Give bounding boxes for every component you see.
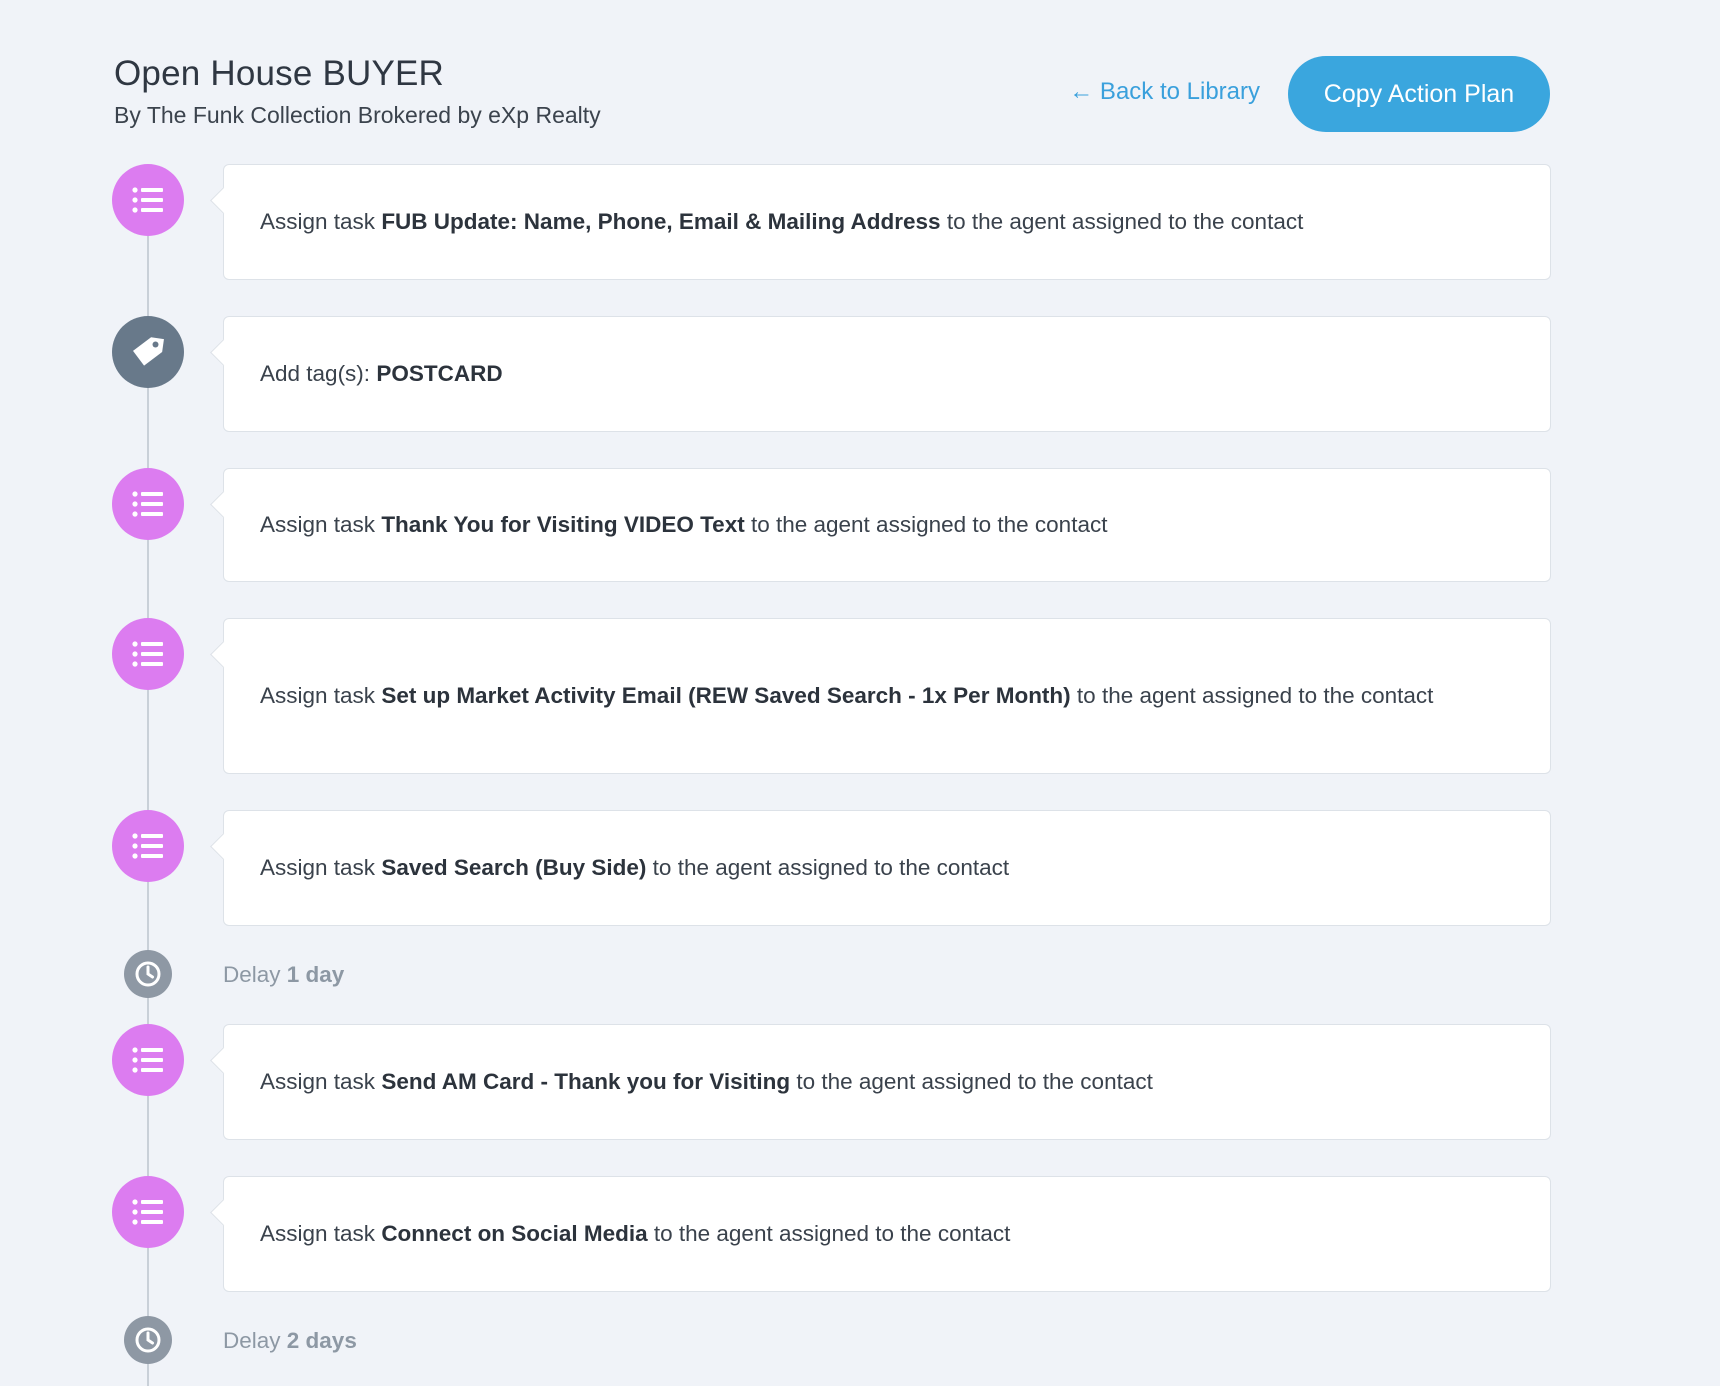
step-text: Assign task Connect on Social Media to t…	[260, 1221, 1011, 1246]
list-icon	[112, 810, 184, 882]
step-text: Assign task Saved Search (Buy Side) to t…	[260, 855, 1010, 880]
page-title: Open House BUYER	[114, 54, 445, 93]
step-text: Assign task Send AM Card - Thank you for…	[260, 1069, 1153, 1094]
list-icon	[112, 1176, 184, 1248]
delay-label: Delay 1 day	[223, 962, 345, 987]
page-header: Open House BUYER By The Funk Collection …	[114, 52, 1550, 142]
tag-icon	[112, 316, 184, 388]
clock-icon	[124, 950, 172, 998]
step-card: Add tag(s): POSTCARD	[223, 316, 1551, 432]
step-text: Assign task FUB Update: Name, Phone, Ema…	[260, 209, 1304, 234]
step-text: Assign task Thank You for Visiting VIDEO…	[260, 512, 1108, 537]
list-icon	[112, 164, 184, 236]
step-text: Add tag(s): POSTCARD	[260, 361, 503, 386]
plan-author: By The Funk Collection Brokered by eXp R…	[114, 102, 601, 128]
list-icon	[112, 618, 184, 690]
list-icon	[112, 1024, 184, 1096]
clock-icon	[124, 1316, 172, 1364]
copy-action-plan-button[interactable]: Copy Action Plan	[1288, 56, 1550, 132]
step-text: Assign task Set up Market Activity Email…	[260, 683, 1434, 708]
step-card: Assign task FUB Update: Name, Phone, Ema…	[223, 164, 1551, 280]
step-card: Assign task Send AM Card - Thank you for…	[223, 1024, 1551, 1140]
step-card: Assign task Connect on Social Media to t…	[223, 1176, 1551, 1292]
step-card: Assign task Thank You for Visiting VIDEO…	[223, 468, 1551, 582]
step-card: Assign task Saved Search (Buy Side) to t…	[223, 810, 1551, 926]
delay-label: Delay 2 days	[223, 1328, 357, 1353]
back-to-library-link[interactable]: ← Back to Library	[1069, 78, 1260, 106]
step-card: Assign task Set up Market Activity Email…	[223, 618, 1551, 774]
list-icon	[112, 468, 184, 540]
